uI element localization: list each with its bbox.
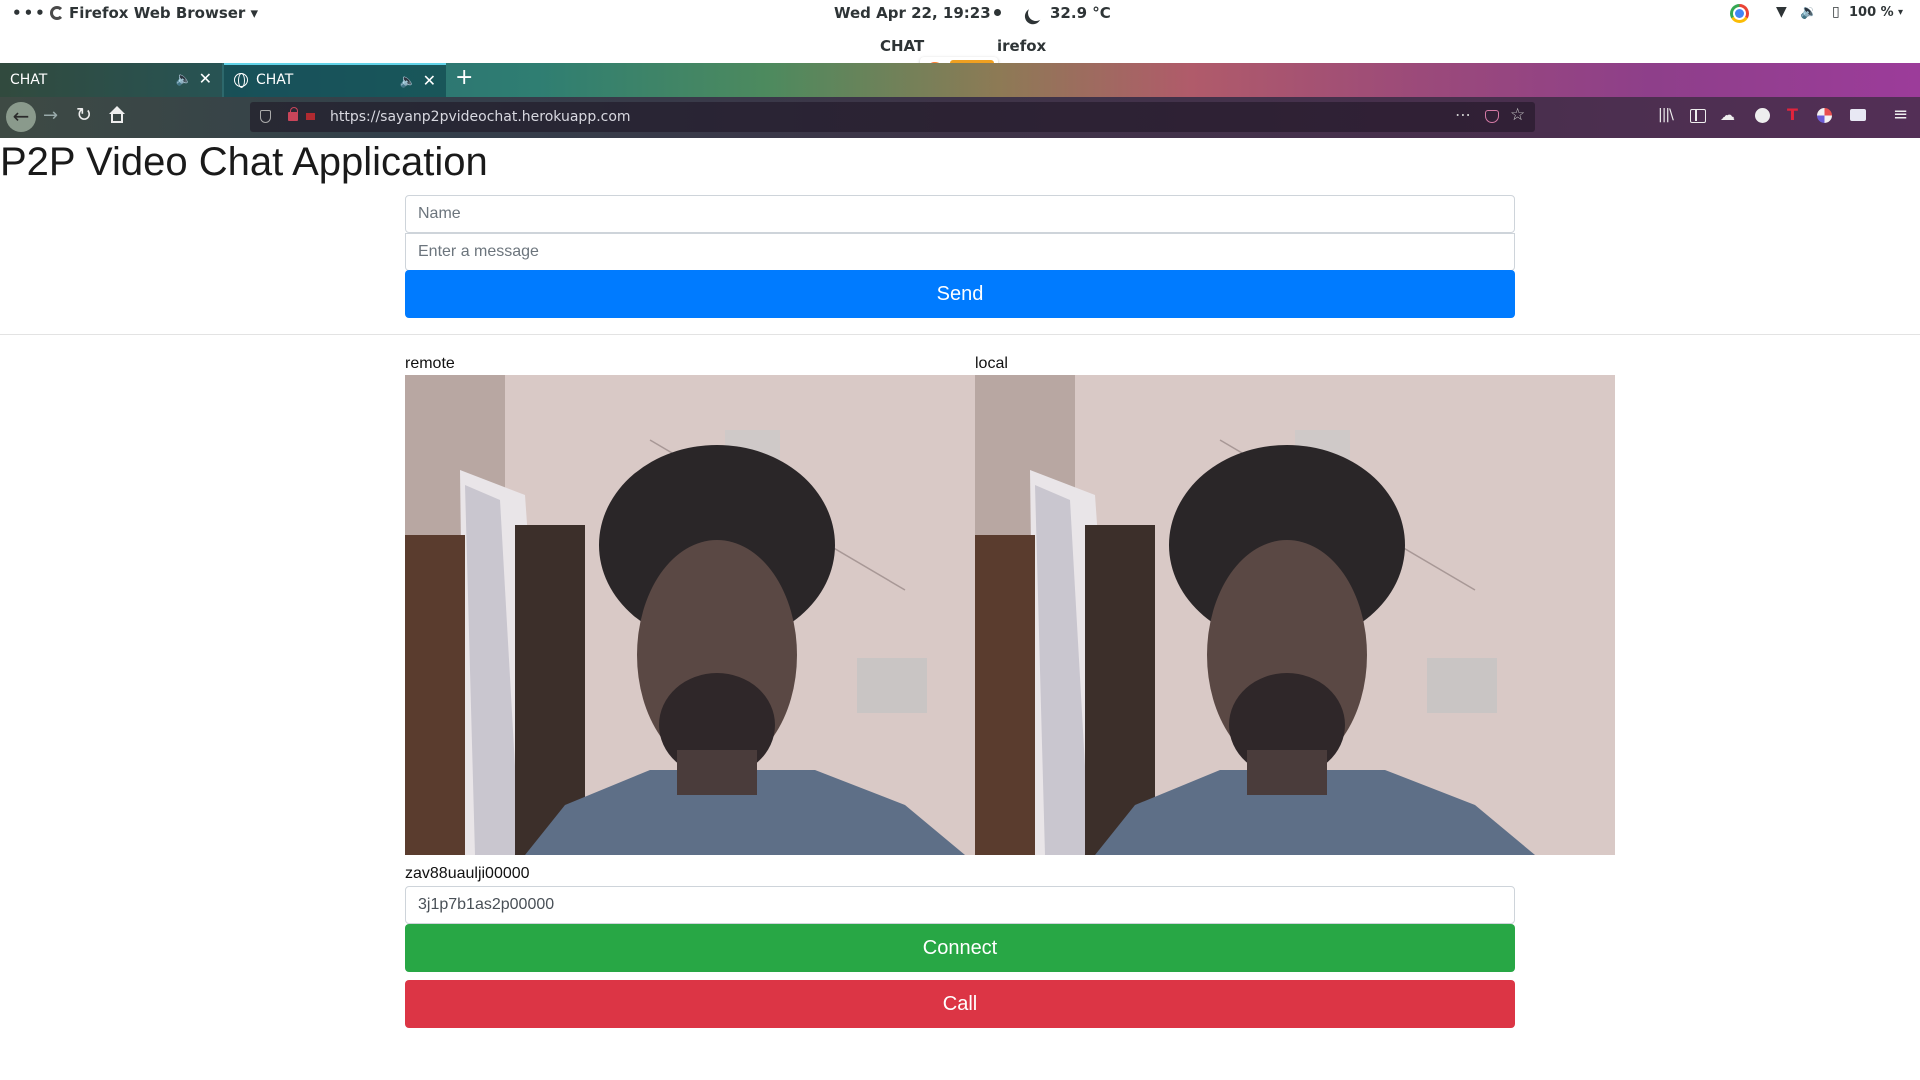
chrome-icon[interactable]: [1730, 4, 1749, 23]
send-button[interactable]: Send: [405, 270, 1515, 318]
window-title-tail: irefox: [997, 37, 1047, 55]
page-actions-more-icon[interactable]: ⋯: [1455, 105, 1472, 124]
remote-video[interactable]: [405, 375, 975, 855]
activities-button[interactable]: •••: [12, 4, 47, 22]
web-page: P2P Video Chat Application Send remote l…: [0, 138, 1920, 1080]
new-tab-button[interactable]: +: [455, 65, 473, 90]
page-title: P2P Video Chat Application: [0, 140, 488, 184]
weather-text: 32.9 °C: [1050, 4, 1111, 22]
account-icon[interactable]: [1755, 108, 1770, 123]
system-menu-caret-icon[interactable]: ▾: [1898, 7, 1903, 18]
reload-button[interactable]: ↻: [76, 104, 92, 126]
battery-percentage: 100 %: [1849, 5, 1894, 20]
sidebar-icon[interactable]: [1690, 109, 1706, 123]
home-icon-base: [111, 113, 123, 123]
window-title: CHAT: [880, 37, 925, 55]
tab-close-icon[interactable]: ✕: [199, 69, 212, 88]
window-title-bar[interactable]: CHAT irefox: [0, 27, 1920, 85]
home-button[interactable]: [108, 106, 126, 124]
lock-icon[interactable]: [288, 107, 298, 121]
globe-icon: [234, 73, 248, 88]
tracking-protection-shield-icon[interactable]: [260, 110, 271, 123]
battery-icon[interactable]: ▯: [1832, 4, 1840, 20]
wifi-icon[interactable]: ▼: [1776, 4, 1787, 20]
call-button[interactable]: Call: [405, 980, 1515, 1028]
local-video[interactable]: [975, 375, 1615, 855]
back-button[interactable]: ←: [6, 102, 36, 132]
navigation-toolbar: ← → ↻ https://sayanp2pvideochat.herokuap…: [0, 97, 1920, 138]
url-bar[interactable]: https://sayanp2pvideochat.herokuapp.com …: [250, 102, 1535, 132]
remote-video-frame: [405, 375, 975, 855]
tab-chat-1[interactable]: CHAT 🔈 ✕: [0, 63, 222, 97]
firefox-app-icon: [50, 6, 64, 20]
message-input[interactable]: [405, 233, 1515, 271]
volume-icon[interactable]: 🔉: [1800, 4, 1817, 20]
tab-chat-2[interactable]: CHAT 🔈 ✕: [224, 63, 446, 97]
mail-extension-icon[interactable]: [1850, 109, 1866, 121]
extension-ball-icon[interactable]: [1817, 108, 1832, 123]
bookmark-star-icon[interactable]: ☆: [1510, 105, 1525, 125]
local-video-frame: [975, 375, 1615, 855]
remote-video-label: remote: [405, 355, 455, 372]
clock[interactable]: Wed Apr 22, 19:23: [834, 4, 1001, 22]
local-video-label: local: [975, 355, 1008, 372]
name-input[interactable]: [405, 195, 1515, 233]
clock-text: Wed Apr 22, 19:23: [834, 4, 991, 22]
weather-indicator[interactable]: 32.9 °C: [1024, 4, 1111, 22]
tab-audio-icon[interactable]: 🔈: [176, 72, 192, 87]
url-text[interactable]: https://sayanp2pvideochat.herokuapp.com: [330, 109, 631, 125]
pocket-icon[interactable]: [1485, 110, 1499, 123]
system-top-bar: ••• Firefox Web Browser ▾ Wed Apr 22, 19…: [0, 0, 1920, 27]
connect-button[interactable]: Connect: [405, 924, 1515, 972]
my-peer-id: zav88uaulji00000: [405, 865, 530, 882]
sync-icon[interactable]: ☁: [1720, 106, 1735, 124]
tab-audio-icon[interactable]: 🔈: [400, 74, 416, 89]
app-menu[interactable]: Firefox Web Browser ▾: [50, 4, 258, 22]
tab-strip: CHAT 🔈 ✕ CHAT 🔈 ✕ +: [0, 63, 1920, 97]
camera-permission-icon[interactable]: [306, 113, 315, 120]
tab-close-icon[interactable]: ✕: [423, 71, 436, 90]
divider: [0, 334, 1920, 335]
hamburger-menu-icon[interactable]: ≡: [1893, 104, 1908, 125]
forward-button[interactable]: →: [43, 105, 58, 126]
tab-label: CHAT: [10, 72, 48, 88]
library-icon[interactable]: |||\: [1658, 107, 1674, 123]
remote-peer-id-input[interactable]: [405, 886, 1515, 924]
moon-icon: [1026, 3, 1047, 24]
app-menu-label: Firefox Web Browser ▾: [69, 4, 259, 22]
extension-t-icon[interactable]: T: [1787, 105, 1798, 124]
tab-label: CHAT: [256, 72, 294, 88]
notification-dot-icon: [993, 9, 1001, 16]
